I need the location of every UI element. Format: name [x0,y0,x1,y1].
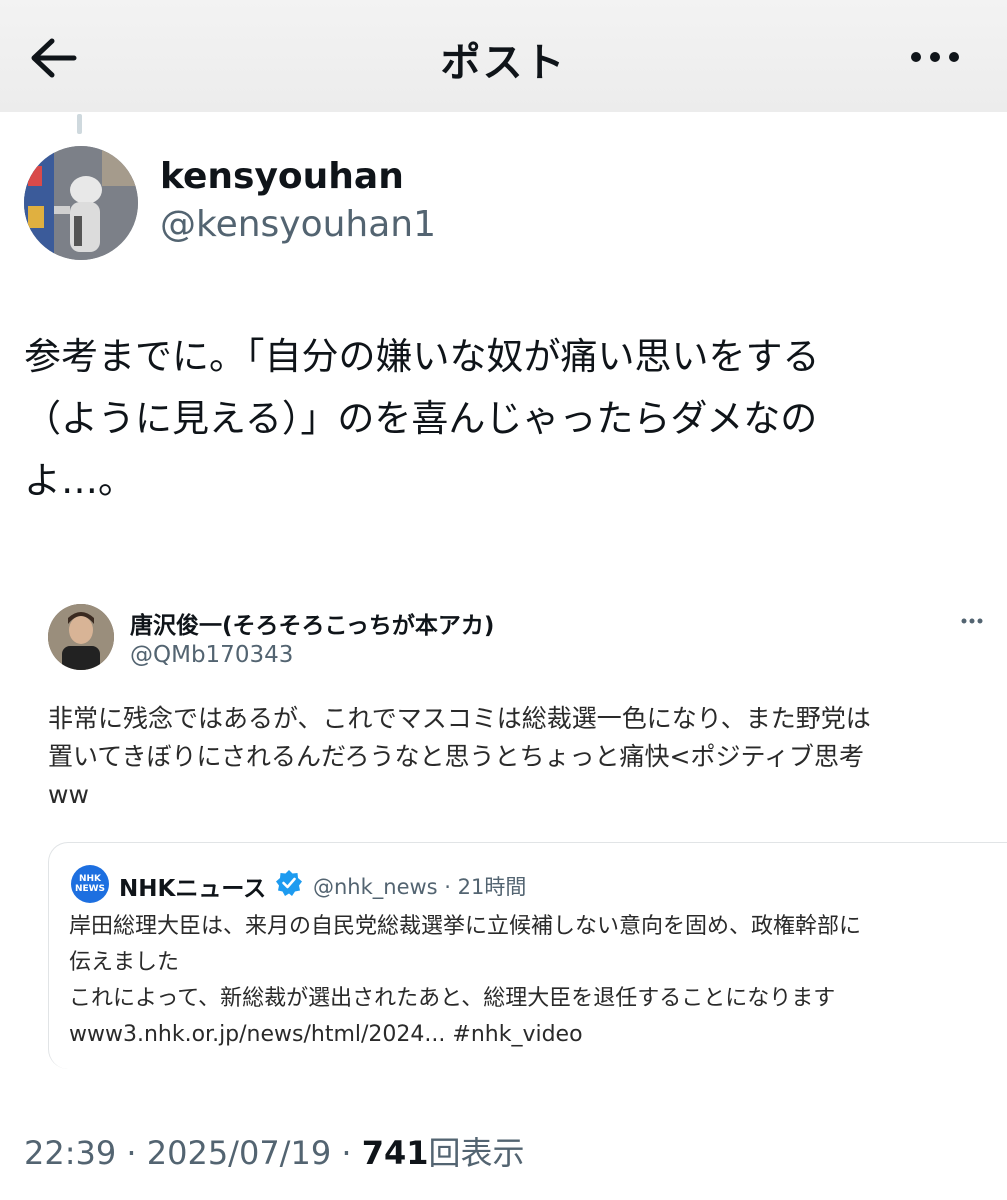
quoted-author-avatar[interactable] [48,604,114,670]
quoted-text-line: 非常に残念ではあるが、これでマスコミは総裁選一色になり、また野党は [48,704,871,733]
quoted-text-line: 置いてきぼりにされるんだろうなと思うとちょっと痛快<ポジティブ思考 [48,742,864,771]
top-bar: ポスト [0,0,1007,112]
post-text: 参考までに。「自分の嫌いな奴が痛い思いをする （ように見える）」のを喜んじゃった… [24,326,964,512]
post-timestamp-row: 22:39 · 2025/07/19 · 741回表示 [24,1128,525,1174]
quoted-text-line: ww [48,780,89,809]
embedded-text-line: これによって、新総裁が選出されたあと、総理大臣を退任することになります [69,986,836,1011]
post-date[interactable]: 2025/07/19 [147,1134,331,1172]
embedded-post-text: 岸田総理大臣は、来月の自民党総裁選挙に立候補しない意向を固め、政権幹部に 伝えま… [69,909,1007,1053]
nhk-logo-text-top: NHK [78,874,102,884]
nhk-logo-text-bottom: NEWS [74,884,106,894]
avatar-image [24,146,138,260]
quoted-author-handle[interactable]: @QMb170343 [130,642,293,668]
post-text-line: 参考までに。「自分の嫌いな奴が痛い思いをする [24,335,820,378]
view-count: 741 [361,1134,429,1172]
author-avatar[interactable] [24,146,138,260]
embedded-text-line: 岸田総理大臣は、来月の自民党総裁選挙に立候補しない意向を固め、政権幹部に [69,914,862,939]
quoted-more-options-icon[interactable] [961,617,983,625]
post-text-line: よ…。 [24,459,135,502]
post-time[interactable]: 22:39 [24,1134,116,1172]
author-display-name[interactable]: kensyouhan [160,156,404,197]
embedded-link-line[interactable]: www3.nhk.or.jp/news/html/2024... #nhk_vi… [69,1017,1007,1053]
separator: · [116,1134,147,1172]
thread-connector-line [77,114,82,134]
more-options-icon[interactable] [909,50,961,64]
separator: · [331,1134,362,1172]
nhk-logo-icon: NHK NEWS [71,865,109,903]
embedded-text-line: 伝えました [69,950,180,975]
post-text-line: （ように見える）」のを喜んじゃったらダメなの [24,397,818,440]
view-count-label: 回表示 [428,1134,525,1172]
embedded-post-meta: @nhk_news · 21時間 [313,875,527,899]
quoted-author-display-name[interactable]: 唐沢俊一(そろそろこっちが本アカ) [130,606,494,640]
author-handle[interactable]: @kensyouhan1 [160,204,436,245]
quoted-avatar-image [48,604,114,670]
page-title: ポスト [440,40,567,86]
embedded-post-card[interactable]: NHK NEWS NHKニュース @nhk_news · 21時間 岸田総理大臣… [48,842,1007,1069]
embedded-author-name[interactable]: NHKニュース [119,869,266,903]
quoted-post-text: 非常に残念ではあるが、これでマスコミは総裁選一色になり、また野党は 置いてきぼり… [48,700,998,814]
verified-badge-icon [276,870,302,896]
